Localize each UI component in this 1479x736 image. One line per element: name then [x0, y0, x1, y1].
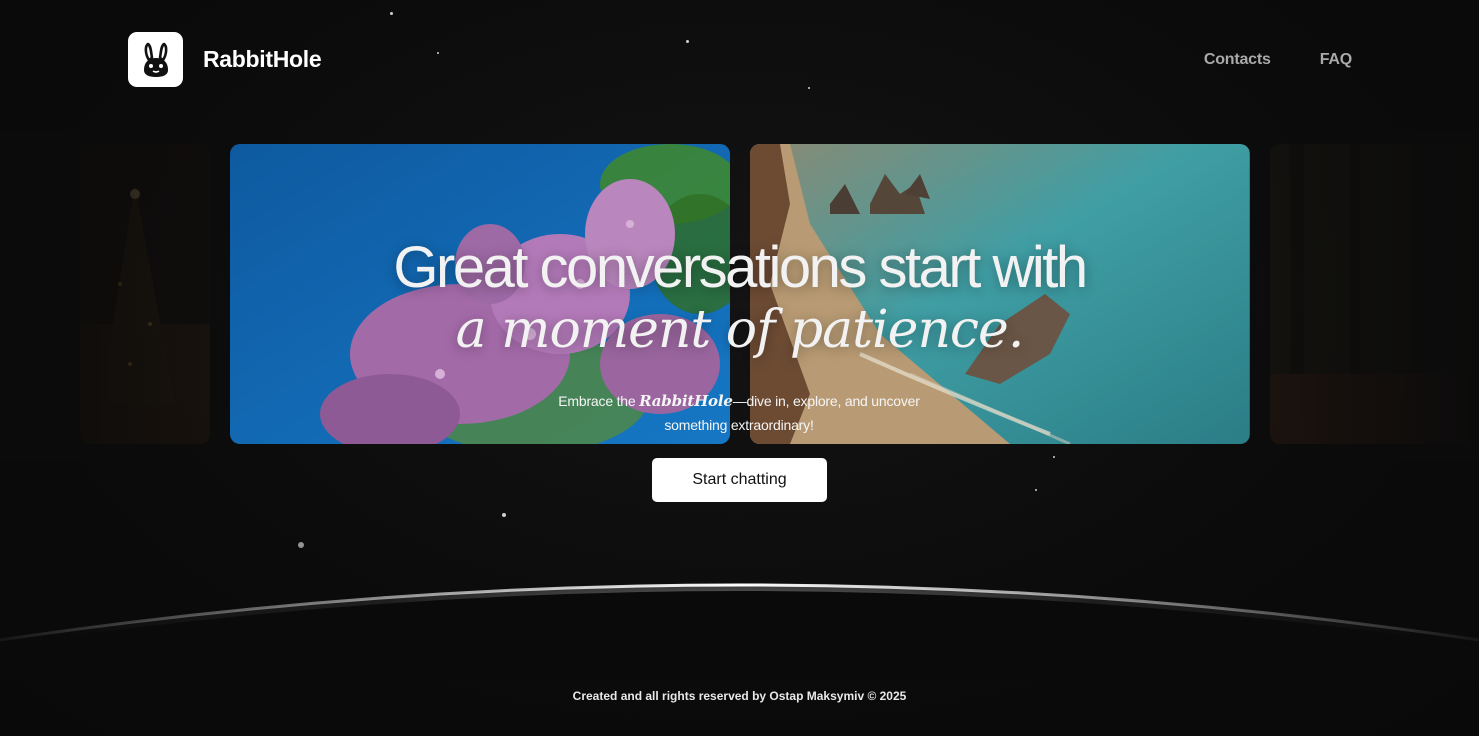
hero-tagline: Embrace the RabbitHole—dive in, explore,…	[539, 389, 939, 437]
rabbit-icon	[143, 42, 168, 77]
hero-title: Great conversations start with	[393, 235, 1088, 300]
logo-badge	[128, 32, 183, 87]
horizon-glow	[0, 583, 1479, 680]
footer-copyright: Created and all rights reserved by Ostap…	[572, 689, 907, 703]
brand-logo[interactable]: RabbitHole	[128, 32, 322, 87]
hero-subtitle: a moment of patience.	[455, 300, 1025, 360]
top-nav: Contacts FAQ	[1204, 51, 1352, 69]
star	[1035, 489, 1037, 491]
star	[686, 40, 689, 43]
landing-page: RabbitHole Contacts FAQ Great conversati…	[0, 0, 1479, 736]
star	[502, 513, 506, 517]
star	[390, 12, 393, 15]
nav-faq-link[interactable]: FAQ	[1320, 51, 1352, 69]
nav-contacts-link[interactable]: Contacts	[1204, 51, 1271, 69]
star	[1053, 456, 1055, 458]
brand-name: RabbitHole	[203, 46, 322, 72]
tagline-before: Embrace the	[558, 393, 640, 409]
star	[437, 52, 439, 54]
start-chatting-button[interactable]: Start chatting	[652, 458, 827, 502]
tagline-brand: RabbitHole	[639, 392, 733, 410]
star	[808, 87, 810, 89]
